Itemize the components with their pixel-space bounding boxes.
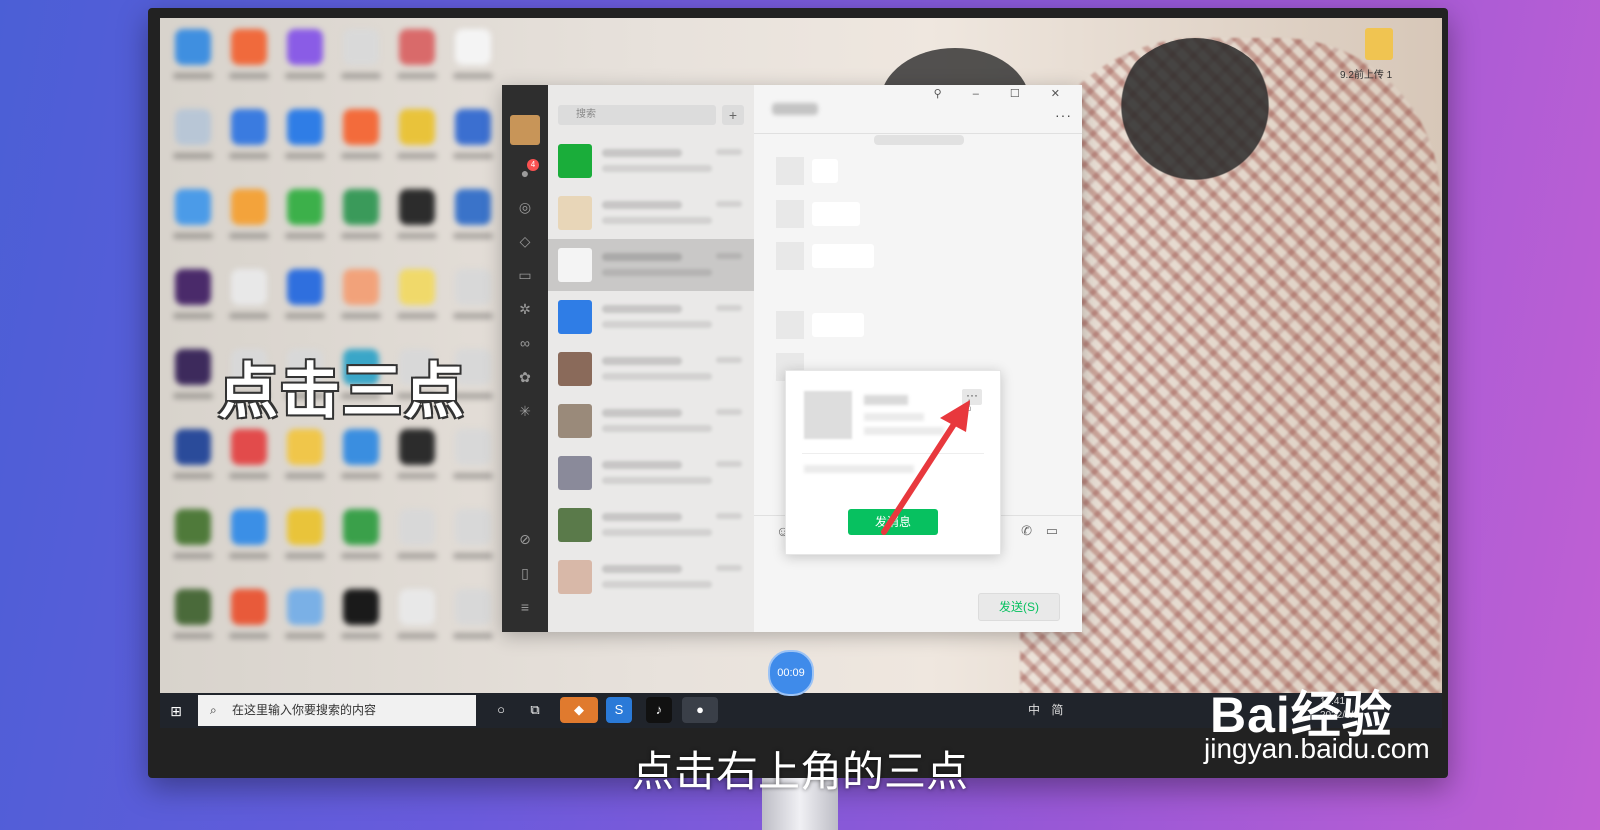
tray-ime-text: 中 简 [1028, 703, 1068, 717]
system-tray: 中 简 [1028, 693, 1067, 728]
windows-start-icon[interactable]: ⊞ [166, 701, 186, 721]
task-view-icon[interactable]: ⧉ [522, 697, 548, 723]
wechat-taskbar-icon[interactable]: ● [682, 697, 718, 723]
sogou-icon[interactable]: S [606, 697, 632, 723]
search-icon: ⌕ [210, 703, 217, 717]
recording-timer: 00:09 [768, 650, 814, 696]
baidu-url: jingyan.baidu.com [1204, 733, 1430, 764]
arrow-shaft [881, 415, 961, 535]
baidu-watermark: Bai经验 jingyan.baidu.com [1204, 675, 1430, 764]
cortana-icon[interactable]: ○ [488, 697, 514, 723]
taskbar-search-input[interactable]: ⌕ 在这里输入你要搜索的内容 [198, 695, 476, 726]
big-caption: 点击三点 [218, 357, 466, 427]
taskbar-search-placeholder: 在这里输入你要搜索的内容 [232, 703, 377, 717]
tiktok-icon[interactable]: ♪ [646, 697, 672, 723]
app-icon[interactable]: ◆ [560, 697, 598, 723]
